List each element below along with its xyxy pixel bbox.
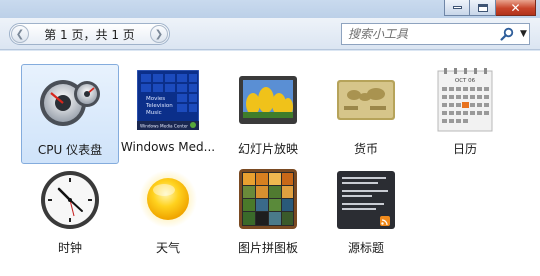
gadget-tile-clock[interactable]: 时钟 xyxy=(21,167,119,267)
gadget-tile-picture-puzzle[interactable]: 图片拼图板 xyxy=(219,167,317,267)
close-button[interactable]: ✕ xyxy=(496,0,536,16)
wmc-menu-television: Television xyxy=(145,103,173,109)
chevron-right-icon: ❯ xyxy=(154,28,164,40)
gadget-tile-windows-media-center[interactable]: Movies Television Music Windows Media Ce… xyxy=(119,64,217,164)
gadget-tile-cpu-meter[interactable]: CPU 仪表盘 xyxy=(21,64,119,164)
maximize-icon xyxy=(477,3,488,12)
gadget-label: 时钟 xyxy=(57,241,82,255)
previous-page-button[interactable]: ❮ xyxy=(11,25,29,43)
search-input[interactable] xyxy=(348,27,496,41)
wmc-menu-movies: Movies xyxy=(146,96,165,102)
gadget-label: 图片拼图板 xyxy=(237,241,298,255)
gadget-search-box: ▼ xyxy=(341,23,530,45)
window-title-bar: ✕ xyxy=(0,0,540,18)
window-controls: ✕ xyxy=(444,0,536,16)
gadget-tile-currency[interactable]: 货币 xyxy=(317,64,415,164)
minimize-icon xyxy=(452,6,462,9)
cpu-meter-icon xyxy=(40,80,100,126)
calendar-icon: OCT 06 xyxy=(437,68,493,132)
wmc-title-bar: Windows Media Center xyxy=(140,124,188,129)
close-icon: ✕ xyxy=(510,0,521,15)
gadget-tile-calendar[interactable]: OCT 06 日历 xyxy=(416,64,514,164)
next-page-button[interactable]: ❯ xyxy=(150,25,168,43)
picture-puzzle-icon xyxy=(239,169,297,229)
gadget-label: Windows Med... xyxy=(120,140,216,154)
gadget-tile-feed-headlines[interactable]: 源标题 xyxy=(317,167,415,267)
chevron-left-icon: ❮ xyxy=(15,28,25,40)
gadget-tile-slideshow[interactable]: 幻灯片放映 xyxy=(219,64,317,164)
gadget-label: 天气 xyxy=(155,241,180,255)
gadget-label: 日历 xyxy=(452,142,477,156)
gadget-gallery: CPU 仪表盘 Movies Television Music Windows … xyxy=(0,51,540,276)
gadget-label: 源标题 xyxy=(347,241,384,255)
clock-icon xyxy=(41,171,99,229)
page-navigator: ❮ 第 1 页，共 1 页 ❯ xyxy=(9,23,170,45)
slideshow-icon xyxy=(239,76,297,124)
wmc-menu-music: Music xyxy=(146,110,162,116)
gadget-label: 货币 xyxy=(353,142,378,156)
search-icon[interactable] xyxy=(500,27,514,41)
weather-icon xyxy=(139,170,197,228)
windows-media-center-icon: Movies Television Music Windows Media Ce… xyxy=(137,70,199,130)
gadget-label: 幻灯片放映 xyxy=(237,142,298,156)
page-indicator: 第 1 页，共 1 页 xyxy=(44,27,135,42)
gadget-tile-weather[interactable]: 天气 xyxy=(119,167,217,267)
minimize-button[interactable] xyxy=(444,0,470,16)
maximize-button[interactable] xyxy=(470,0,496,16)
calendar-month-label: OCT 06 xyxy=(455,78,476,84)
chevron-down-icon[interactable]: ▼ xyxy=(520,29,527,39)
feed-headlines-icon xyxy=(337,171,395,229)
currency-icon xyxy=(337,80,395,120)
gallery-toolbar: ❮ 第 1 页，共 1 页 ❯ ▼ xyxy=(0,18,540,50)
gadget-label: CPU 仪表盘 xyxy=(37,143,103,157)
